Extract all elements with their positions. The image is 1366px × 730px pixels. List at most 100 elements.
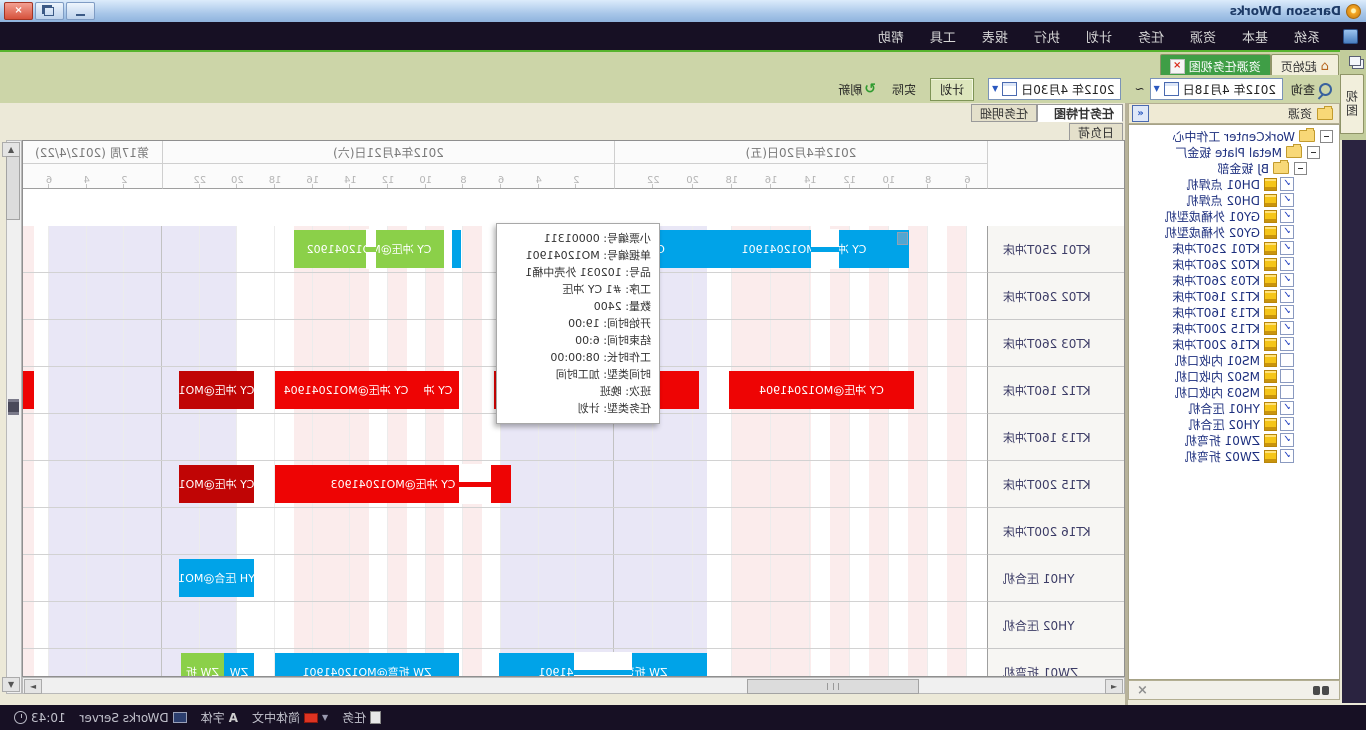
tree-checkbox[interactable]: ✓ [1280,257,1294,271]
scroll-down-icon[interactable]: ▼ [2,677,20,692]
task-bar[interactable]: CY 冲压@MO12041902 [294,230,444,268]
tab-home[interactable]: ⌂ 起始页 [1271,54,1339,77]
tree-item[interactable]: ✓KT16 200T冲床 [1129,336,1337,352]
tree-item[interactable]: ✓KT01 250T冲床 [1129,240,1337,256]
task-bar[interactable]: CY 冲压@MO12041901 [699,230,909,268]
tree-item[interactable]: MS02 内收口机 [1129,368,1337,384]
plan-button[interactable]: 计划 [930,78,974,101]
cascade-windows-icon[interactable] [1349,56,1361,66]
tree-item[interactable]: ✓KT02 260T冲床 [1129,256,1337,272]
tree-item[interactable]: BJ 钣金部 [1129,160,1337,176]
menu-item-计划[interactable]: 计划 [1073,22,1125,50]
tree-item[interactable]: MS03 内收口机 [1129,384,1337,400]
find-binoculars-icon[interactable] [1313,686,1329,695]
tree-item[interactable]: ✓KT13 160T冲床 [1129,304,1337,320]
clear-icon[interactable]: × [1137,683,1148,698]
task-bar[interactable]: ZW [224,653,254,677]
dock-tab-view[interactable]: 视图 [1340,74,1364,134]
scrollbar-thumb[interactable] [6,156,20,220]
menu-item-资源[interactable]: 资源 [1177,22,1229,50]
task-bar[interactable] [452,230,461,268]
close-button[interactable]: × [4,2,33,20]
tree-checkbox[interactable]: ✓ [1280,289,1294,303]
tree-checkbox[interactable]: ✓ [1280,433,1294,447]
tree-item[interactable]: ✓DH01 点焊机 [1129,176,1337,192]
tree-checkbox[interactable]: ✓ [1280,449,1294,463]
gantt-tab-任务明细[interactable]: 任务明细 [971,104,1037,122]
actual-button[interactable]: 实际 [888,79,920,100]
tree-checkbox[interactable]: ✓ [1280,241,1294,255]
task-bar[interactable]: CY 冲压@MO1 [179,371,254,409]
menu-item-执行[interactable]: 执行 [1021,22,1073,50]
task-bar[interactable] [22,371,34,409]
task-bar[interactable]: ZW 折 [181,653,224,677]
scroll-up-icon[interactable]: ▲ [2,142,20,157]
tree-checkbox[interactable] [1280,353,1294,367]
task-bar[interactable]: CY 冲 [417,371,459,409]
tree-item[interactable]: ✓DH02 点焊机 [1129,192,1337,208]
chevron-down-icon[interactable]: ▼ [1154,85,1160,93]
menu-item-任务[interactable]: 任务 [1125,22,1177,50]
calendar-icon[interactable] [1164,82,1179,96]
tree-checkbox[interactable]: ✓ [1280,417,1294,431]
task-bar[interactable]: CY 冲压@MO1 [179,465,254,503]
calendar-icon[interactable] [1002,82,1017,96]
date-from-field[interactable]: 2012年 4月18日 ▼ [1150,78,1283,100]
menu-item-系统[interactable]: 系统 [1281,22,1333,50]
scroll-left-icon[interactable]: ◄ [1105,679,1123,694]
menu-item-工具[interactable]: 工具 [917,22,969,50]
tree-item[interactable]: ✓GY01 外桶成型机 [1129,208,1337,224]
menu-item-报表[interactable]: 报表 [969,22,1021,50]
task-bar[interactable]: YH 压合@MO1 [179,559,254,597]
status-font[interactable]: A 字体 [201,709,238,726]
chevron-down-icon[interactable]: ▼ [322,714,328,722]
tree-checkbox[interactable]: ✓ [1280,225,1294,239]
query-label[interactable]: 查询 [1291,81,1315,98]
tree-checkbox[interactable]: ✓ [1280,193,1294,207]
tree-checkbox[interactable]: ✓ [1280,209,1294,223]
tree-item[interactable]: ✓ZW02 折弯机 [1129,448,1337,464]
task-bar[interactable]: CY 冲压@MO12041903 [275,465,511,503]
horizontal-scrollbar[interactable]: ◄ ► [22,677,1125,694]
tree-item[interactable]: ✓YH02 压合机 [1129,416,1337,432]
gantt-tab-任务甘特图[interactable]: 任务甘特图 [1037,104,1123,122]
panel-splitter[interactable] [1125,103,1128,705]
gantt-tab-日负荷[interactable]: 日负荷 [1069,123,1123,141]
tree-checkbox[interactable]: ✓ [1280,273,1294,287]
task-bar[interactable]: CY 冲压@MO12041904 [729,371,914,409]
tree-checkbox[interactable] [1280,385,1294,399]
vertical-scrollbar[interactable]: ▲ ▼ [6,140,22,694]
scrollbar-thumb[interactable] [747,679,919,694]
tree-item[interactable]: WorkCenter 工作中心 [1129,128,1337,144]
tree-item[interactable]: Metal Plate 钣金厂 [1129,144,1337,160]
tree-checkbox[interactable]: ✓ [1280,177,1294,191]
date-to-field[interactable]: 2012年 4月30日 ▼ [988,78,1121,100]
task-bar[interactable]: CY 冲压@MO12041904 [275,371,417,409]
tree-checkbox[interactable]: ✓ [1280,305,1294,319]
status-language[interactable]: ▼ 简体中文 [252,709,328,726]
refresh-button[interactable]: 刷新 [838,81,862,98]
tree-collapse-icon[interactable] [1307,146,1320,159]
tree-item[interactable]: ✓KT03 260T冲床 [1129,272,1337,288]
menu-item-帮助[interactable]: 帮助 [865,22,917,50]
tree-item[interactable]: ✓KT12 160T冲床 [1129,288,1337,304]
task-bar[interactable]: ZW 折弯@MO12041901 [275,653,459,677]
tree-checkbox[interactable]: ✓ [1280,401,1294,415]
tab-close-icon[interactable]: × [1170,59,1185,74]
status-tasks[interactable]: 任务 [342,709,381,726]
restore-button[interactable] [35,2,64,20]
tree-collapse-icon[interactable] [1320,130,1333,143]
tree-checkbox[interactable] [1280,369,1294,383]
menu-item-基本[interactable]: 基本 [1229,22,1281,50]
tree-checkbox[interactable]: ✓ [1280,321,1294,335]
splitter-grip[interactable] [8,399,19,415]
tree-item[interactable]: ✓GY02 外桶成型机 [1129,224,1337,240]
tree-item[interactable]: MS01 内收口机 [1129,352,1337,368]
collapse-panel-button[interactable]: « [1132,105,1149,122]
task-bar[interactable]: ZW 折弯@MO12041901 [499,653,707,677]
scroll-right-icon[interactable]: ► [24,679,42,694]
chevron-down-icon[interactable]: ▼ [992,85,998,93]
minimize-button[interactable] [66,2,95,20]
tree-item[interactable]: ✓YH01 压合机 [1129,400,1337,416]
tree-item[interactable]: ✓ZW01 折弯机 [1129,432,1337,448]
